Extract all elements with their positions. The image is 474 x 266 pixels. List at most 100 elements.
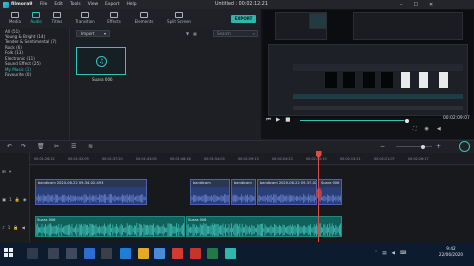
playhead[interactable] [318, 152, 319, 242]
preview-inner-strip [293, 64, 463, 71]
filter-icon[interactable]: ▼ [186, 31, 189, 36]
file-manager-icon[interactable] [66, 248, 77, 259]
category-item[interactable]: Sound Effect (25) [5, 61, 41, 66]
ruler-tick-label: 00:02:26:17 [408, 157, 429, 161]
search-input[interactable]: Search ⌕ [213, 30, 258, 37]
lock-icon[interactable]: 🔒 [13, 225, 18, 231]
media-player-icon[interactable] [172, 248, 183, 259]
edge-icon[interactable] [120, 248, 131, 259]
audio-clip-waveform [36, 223, 184, 236]
browser-icon[interactable] [84, 248, 95, 259]
tab-elements[interactable]: Elements [130, 11, 158, 27]
search-icon: ⌕ [252, 31, 255, 36]
media-item-label: Suara 006 [92, 77, 113, 82]
audio-thumbnail[interactable]: ♫ [76, 47, 126, 75]
windows-start-icon[interactable] [4, 248, 14, 258]
view-options: ▼ ▦ [186, 31, 197, 36]
preview-frame-block [381, 72, 393, 88]
media-toolbar: Media Audio Titles Transition Effects El… [0, 9, 260, 28]
language-icon[interactable]: ⌨ [400, 251, 407, 256]
eye-icon[interactable]: ◉ [23, 197, 27, 203]
video-track-icon: ▣ [2, 197, 6, 202]
taskbar-clock[interactable]: 9:42 22/06/2020 [432, 246, 470, 258]
audio-clip[interactable]: Suara 006 [35, 216, 185, 237]
import-dropdown[interactable]: Import ▾ [76, 30, 110, 37]
project-title: Untitled : 00:02:12:21 [215, 2, 268, 7]
menu-bar: File Edit Tools View Export Help [40, 0, 137, 9]
ripple-icon[interactable]: ☰ [71, 143, 76, 150]
excel-icon[interactable] [207, 248, 218, 259]
filmora-logo-icon [3, 1, 9, 8]
category-item[interactable]: Favourite (0) [5, 72, 31, 77]
audio-mixer-icon[interactable]: ≋ [88, 143, 93, 150]
ruler-tools: ⊞ ⚭ [2, 169, 12, 174]
video-clip[interactable]: bandicam 2020-06-22 09-37-02-493 [257, 179, 317, 205]
menu-edit[interactable]: Edit [54, 2, 63, 7]
menu-view[interactable]: View [88, 2, 98, 7]
ruler-tick-label: 00:01:54:03 [204, 157, 225, 161]
category-item[interactable]: Tender & Sentimental (7) [5, 39, 56, 44]
tab-titles[interactable]: Titles [43, 11, 71, 27]
preview-scrubber-handle[interactable] [405, 118, 409, 123]
ruler-tick-label: 00:01:37:20 [102, 157, 123, 161]
zoom-slider-handle[interactable] [421, 144, 425, 149]
cut-icon[interactable]: ✂ [54, 143, 59, 150]
delete-icon[interactable]: 🗑 [37, 143, 45, 150]
search-taskbar-icon[interactable] [27, 248, 38, 259]
ruler-tick-label: 00:01:32:09 [68, 157, 89, 161]
minimize-icon[interactable]: – [400, 2, 403, 8]
chevron-down-icon: ▾ [103, 31, 106, 36]
menu-help[interactable]: Help [127, 2, 137, 7]
redo-icon[interactable]: ↷ [21, 143, 26, 150]
render-preview-button[interactable] [459, 141, 470, 152]
task-view-icon[interactable] [48, 248, 59, 259]
skip-back-icon[interactable]: ⏮ [266, 117, 271, 124]
recorder-icon[interactable] [190, 248, 201, 259]
undo-icon[interactable]: ↶ [7, 143, 12, 150]
lock-icon[interactable]: 🔒 [15, 197, 20, 203]
app-icon[interactable] [101, 248, 112, 259]
zoom-out-icon[interactable]: − [380, 143, 385, 150]
tab-titles-label: Titles [51, 19, 63, 24]
volume-icon[interactable]: ◀ [437, 126, 441, 132]
maximize-icon[interactable]: ☐ [414, 2, 418, 8]
tab-split-screen[interactable]: Split Screen [162, 11, 196, 27]
store-icon[interactable] [154, 248, 165, 259]
video-clip[interactable]: bandicam [190, 179, 230, 205]
zoom-slider[interactable] [396, 146, 432, 147]
folder-taskbar-icon[interactable] [138, 248, 149, 259]
text-icon [53, 12, 61, 18]
volume-tray-icon[interactable]: ◀ [392, 251, 395, 256]
video-clip[interactable]: bandicam [231, 179, 256, 205]
tab-elements-label: Elements [134, 19, 154, 24]
category-item[interactable]: Folk (13) [5, 50, 23, 55]
zoom-in-icon[interactable]: + [436, 143, 441, 150]
tab-effects[interactable]: Effects [100, 11, 128, 27]
tab-transition[interactable]: Transition [71, 11, 99, 27]
video-clip-audio-waveform [258, 194, 316, 203]
split-marker [316, 188, 322, 199]
preview-frame-block [401, 72, 410, 88]
chevron-up-icon[interactable]: ˄ [375, 251, 377, 256]
video-clip-label: bandicam [232, 180, 255, 187]
close-icon[interactable]: ✕ [429, 2, 433, 8]
snapshot-icon[interactable]: ◉ [425, 126, 429, 132]
network-icon[interactable]: ▤ [382, 251, 386, 256]
app-logo: filmora9 [3, 1, 32, 8]
speaker-icon[interactable]: ◀ [22, 225, 25, 231]
add-track-icon[interactable]: ⊞ [2, 169, 6, 174]
grid-view-icon[interactable]: ▦ [193, 31, 197, 36]
filmora-taskbar-icon[interactable] [225, 248, 236, 259]
menu-tools[interactable]: Tools [70, 2, 81, 7]
preview-frame-block [325, 72, 337, 88]
video-clip[interactable]: bandicam 2020-06-22 09-34-02-493 [35, 179, 147, 205]
fullscreen-icon[interactable]: ⛶ [413, 126, 417, 132]
preview-progress-bar[interactable] [300, 120, 406, 122]
stop-icon[interactable]: ■ [285, 117, 290, 124]
export-button[interactable]: EXPORT [231, 15, 256, 23]
video-clip-label: bandicam 2020-06-22 09-37-02-493 [258, 180, 316, 187]
menu-export[interactable]: Export [105, 2, 119, 7]
play-icon[interactable]: ▶ [276, 117, 280, 124]
link-icon[interactable]: ⚭ [9, 169, 13, 174]
menu-file[interactable]: File [40, 2, 47, 7]
